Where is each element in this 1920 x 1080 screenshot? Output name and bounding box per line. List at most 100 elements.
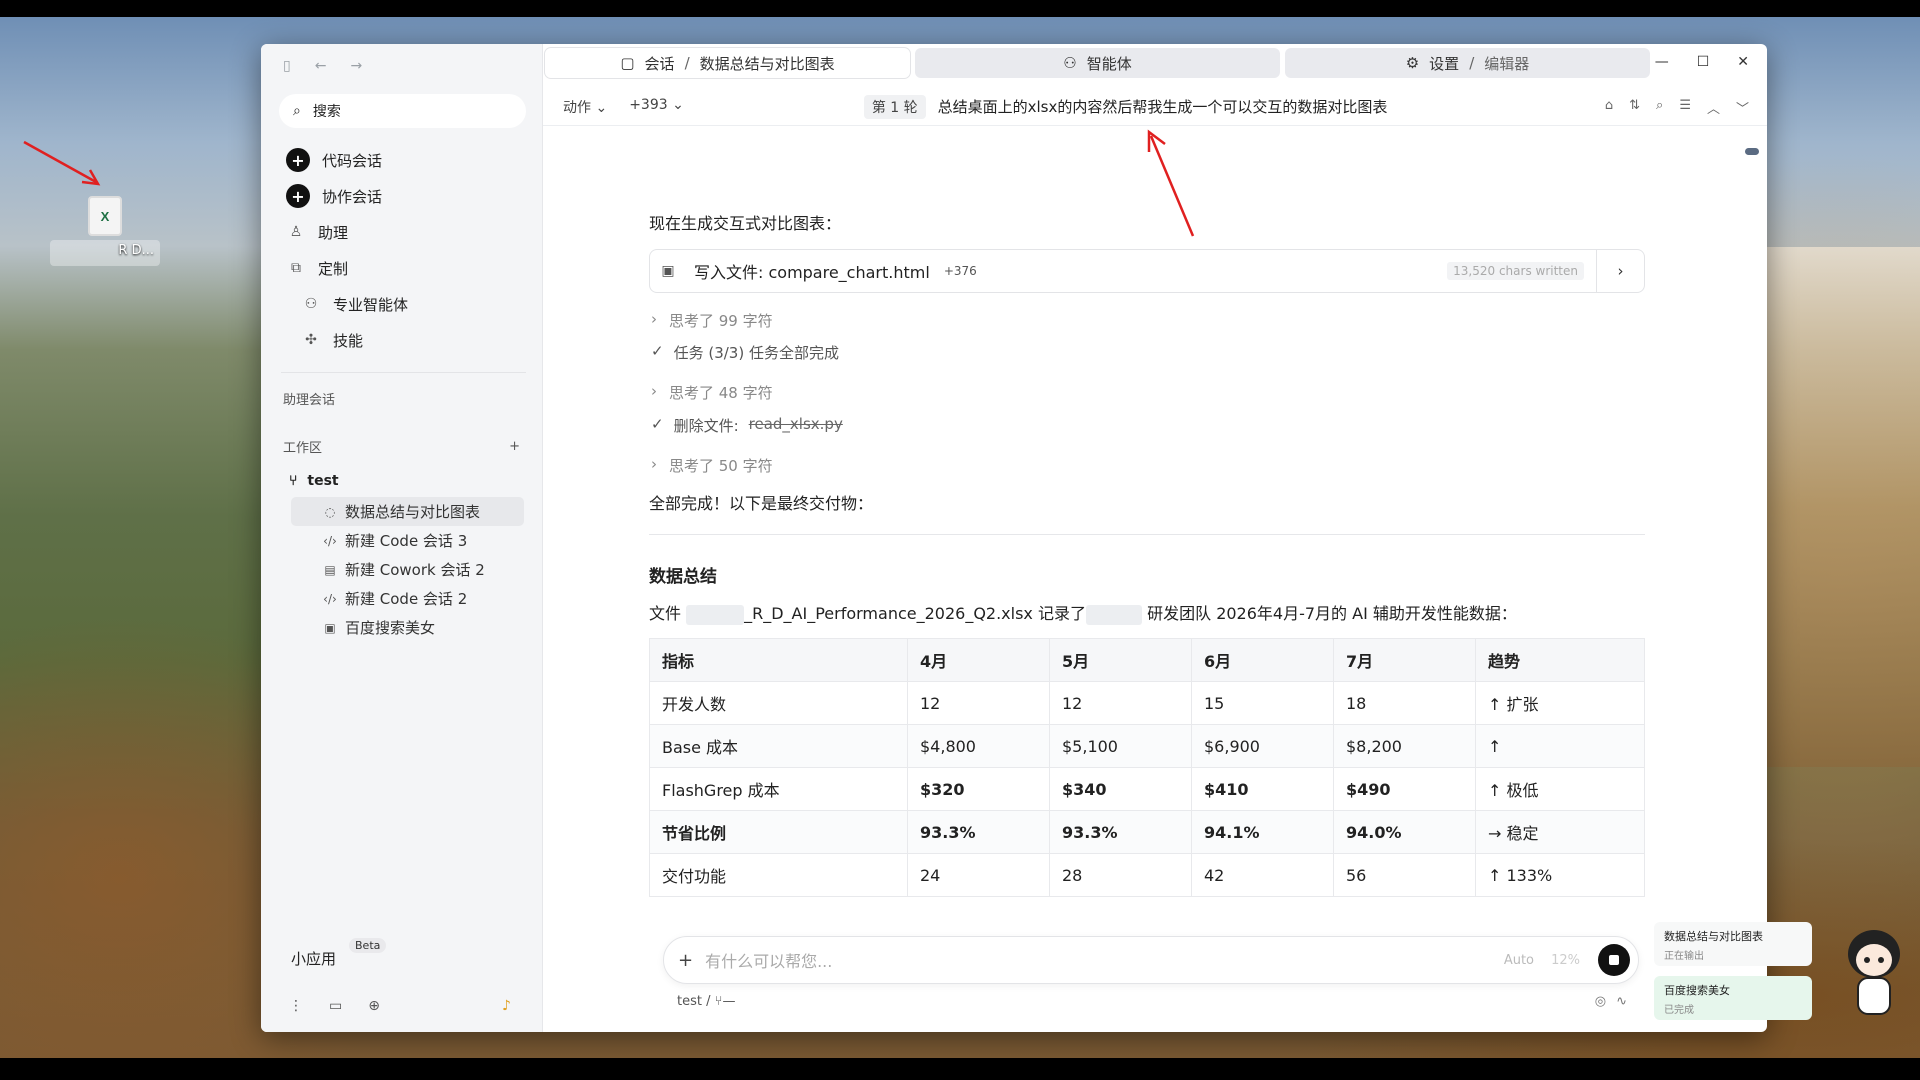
mascot-avatar[interactable]	[1838, 920, 1910, 1020]
chevron-right-icon: ›	[651, 310, 657, 328]
desktop-file-label[interactable]: R D...	[50, 240, 160, 266]
puzzle-icon: ✣	[305, 332, 317, 348]
session-item[interactable]: ▤ 新建 Cowork 会话 2	[291, 555, 524, 584]
footer-path[interactable]: test / ⑂—	[677, 994, 735, 1009]
chars-written-badge: 13,520 chars written	[1447, 262, 1584, 280]
chevron-right-icon[interactable]: ›	[1596, 250, 1644, 292]
person-icon: ♙	[289, 224, 303, 240]
completion-message: 全部完成！以下是最终交付物：	[649, 494, 874, 513]
bell-icon[interactable]: ♪	[502, 998, 511, 1014]
session-item-active[interactable]: ◌ 数据总结与对比图表	[291, 497, 524, 526]
mini-app-link[interactable]: 小应用 Beta	[291, 938, 387, 969]
chevron-down-icon[interactable]: ﹀	[1736, 98, 1749, 117]
delete-file-status[interactable]: ✓ 删除文件: read_xlsx.py	[651, 415, 843, 436]
target-icon[interactable]: ◎	[1595, 994, 1606, 1009]
tool-call-card[interactable]: ▣ 写入文件: compare_chart.html +376 13,520 c…	[649, 249, 1645, 293]
diff-icon[interactable]: ⇅	[1629, 98, 1640, 117]
redacted-block	[686, 604, 745, 625]
nav-assistant[interactable]: ♙ 助理	[261, 214, 542, 250]
stop-icon	[1609, 955, 1619, 965]
tab-settings[interactable]: ⚙ 设置 / 编辑器	[1285, 48, 1650, 78]
changes-dropdown[interactable]: +393 ⌄	[629, 97, 684, 117]
more-icon[interactable]: ⋮	[289, 998, 303, 1014]
terminal-icon[interactable]: ▭	[329, 998, 342, 1014]
thinking-toggle[interactable]: › 思考了 48 字符	[651, 382, 773, 403]
nav-code-session[interactable]: + 代码会话	[261, 142, 542, 178]
annotation-arrow	[23, 140, 101, 186]
table-header: 趋势	[1475, 638, 1645, 682]
document-icon: ▣	[324, 620, 336, 635]
search-icon[interactable]: ⌕	[1656, 98, 1663, 117]
sidebar-toggle-icon[interactable]: ▯	[283, 58, 291, 74]
chat-icon: ▢	[620, 54, 635, 72]
chevron-right-icon: ›	[651, 455, 657, 473]
chat-input[interactable]: + 有什么可以帮您... Auto 12%	[663, 936, 1639, 984]
search-input[interactable]: ⌕ 搜索	[279, 94, 526, 128]
thinking-toggle[interactable]: › 思考了 99 字符	[651, 310, 773, 331]
globe-icon[interactable]: ⊕	[368, 998, 380, 1014]
app-window: ▯ ← → ⌕ 搜索 + 代码会话 + 协作会话 ♙ 助理 ⧉ 定制 ⚇ 专业智能体 ✣ 技…	[261, 44, 1767, 1032]
table-header: 4月	[907, 638, 1050, 682]
nav-customize[interactable]: ⧉ 定制	[261, 250, 542, 286]
divider	[281, 372, 526, 373]
workspace-test[interactable]: ⑂ test	[261, 465, 542, 497]
maximize-icon[interactable]: ☐	[1697, 54, 1710, 70]
session-toolbar: 动作 ⌄ +393 ⌄ 第 1 轮 总结桌面上的xlsx的内容然后帮我生成一个可…	[543, 88, 1767, 126]
search-icon: ⌕	[293, 103, 301, 119]
chevron-up-icon[interactable]: ︿	[1707, 98, 1720, 117]
tab-session[interactable]: ▢ 会话 / 数据总结与对比图表	[545, 48, 910, 78]
minimize-icon[interactable]: —	[1655, 54, 1669, 70]
nav-skills[interactable]: ✣ 技能	[261, 322, 542, 358]
summary-line: 文件 _R_D_AI_Performance_2026_Q2.xlsx 记录了 …	[649, 604, 1517, 625]
forward-icon[interactable]: →	[350, 58, 362, 74]
action-dropdown[interactable]: 动作 ⌄	[563, 97, 607, 117]
table-header: 5月	[1049, 638, 1192, 682]
back-icon[interactable]: ←	[315, 58, 327, 74]
nav-pro-agents[interactable]: ⚇ 专业智能体	[261, 286, 542, 322]
notification-card[interactable]: 数据总结与对比图表 正在输出	[1654, 922, 1812, 966]
file-icon: ▣	[661, 263, 675, 279]
table-header: 7月	[1333, 638, 1476, 682]
session-item[interactable]: ‹/› 新建 Code 会话 2	[291, 584, 524, 613]
blocks-icon: ⧉	[291, 260, 301, 276]
activity-icon[interactable]: ∿	[1616, 994, 1627, 1009]
plus-icon[interactable]: +	[678, 950, 693, 971]
assistant-sessions-title[interactable]: 助理会话	[261, 383, 542, 413]
branch-icon: ⑂	[289, 473, 298, 489]
xlsx-file-icon[interactable]: X	[88, 196, 122, 236]
table-row: 开发人数 12 12 15 18 ↑ 扩张	[649, 681, 1645, 725]
round-title: 总结桌面上的xlsx的内容然后帮我生成一个可以交互的数据对比图表	[937, 98, 1388, 116]
plus-icon: +	[286, 184, 310, 208]
robot-icon[interactable]: ⌂	[1605, 98, 1613, 117]
context-percent[interactable]: 12%	[1551, 953, 1580, 968]
round-badge: 第 1 轮	[863, 94, 926, 119]
tab-agents[interactable]: ⚇ 智能体	[915, 48, 1280, 78]
assistant-message: 现在生成交互式对比图表：	[649, 214, 842, 233]
thinking-toggle[interactable]: › 思考了 50 字符	[651, 455, 773, 476]
workspace-title: 工作区	[283, 440, 323, 456]
table-header: 6月	[1191, 638, 1334, 682]
redacted-block	[1086, 604, 1143, 625]
summary-table: 指标 4月 5月 6月 7月 趋势 开发人数 12 12 15 18 ↑ 扩张 Base …	[649, 638, 1645, 897]
spinner-icon: ◌	[324, 504, 336, 519]
task-status[interactable]: ✓ 任务 (3/3) 任务全部完成	[651, 342, 839, 363]
stop-button[interactable]	[1598, 944, 1630, 976]
notification-card[interactable]: 百度搜索美女 已完成	[1654, 976, 1812, 1020]
session-item[interactable]: ‹/› 新建 Code 会话 3	[291, 526, 524, 555]
table-row: 节省比例 93.3% 93.3% 94.1% 94.0% → 稳定	[649, 810, 1645, 854]
add-workspace-icon[interactable]: +	[509, 439, 520, 454]
scroll-indicator[interactable]	[1745, 148, 1759, 155]
close-icon[interactable]: ✕	[1737, 54, 1749, 70]
chevron-right-icon: ›	[651, 382, 657, 400]
nav-cowork-session[interactable]: + 协作会话	[261, 178, 542, 214]
gear-icon: ⚙	[1405, 54, 1420, 72]
check-icon: ✓	[651, 415, 664, 433]
mode-selector[interactable]: Auto	[1504, 953, 1534, 968]
table-header: 指标	[649, 638, 908, 682]
session-item[interactable]: ▣ 百度搜索美女	[291, 613, 524, 642]
plus-icon: +	[286, 148, 310, 172]
sidebar: ▯ ← → ⌕ 搜索 + 代码会话 + 协作会话 ♙ 助理 ⧉ 定制 ⚇ 专业智能体 ✣ 技…	[261, 44, 543, 1032]
list-icon[interactable]: ☰	[1679, 98, 1691, 117]
users-icon: ⚇	[1063, 54, 1077, 72]
table-row: 交付功能 24 28 42 56 ↑ 133%	[649, 853, 1645, 897]
